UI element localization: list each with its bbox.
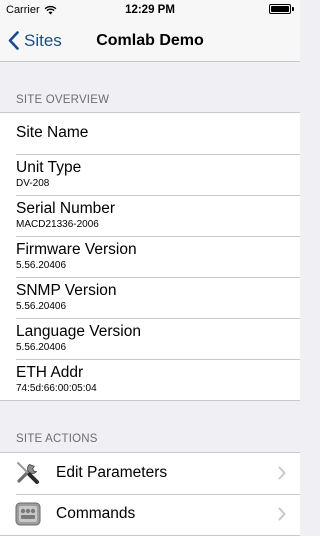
status-bar: Carrier 12:29 PM: [0, 0, 300, 20]
commands-icon: [15, 502, 41, 526]
eth-addr-row: ETH Addr 74:5d:66:00:05:04: [0, 359, 300, 400]
back-button[interactable]: Sites: [8, 20, 62, 61]
unit-type-value: DV-208: [16, 178, 50, 189]
language-version-row: Language Version 5.56.20406: [0, 318, 300, 359]
edit-parameters-row[interactable]: Edit Parameters: [0, 453, 300, 494]
site-overview-header: SITE OVERVIEW: [16, 94, 110, 106]
page-title: Comlab Demo: [96, 31, 204, 49]
chevron-right-icon: [278, 466, 286, 480]
snmp-version-value: 5.56.20406: [16, 301, 67, 312]
navigation-bar: Sites Comlab Demo: [0, 20, 300, 62]
chevron-right-icon: [278, 507, 286, 521]
chevron-left-icon: [8, 31, 19, 50]
status-time: 12:29 PM: [125, 4, 175, 16]
snmp-version-row: SNMP Version 5.56.20406: [0, 277, 300, 318]
commands-row[interactable]: Commands: [0, 494, 300, 535]
language-version-value: 5.56.20406: [16, 342, 67, 353]
serial-number-value: MACD21336-2006: [16, 219, 99, 230]
eth-addr-value: 74:5d:66:00:05:04: [16, 383, 97, 394]
site-actions-list: Edit Parameters Commands: [0, 452, 300, 536]
language-version-label: Language Version: [16, 323, 141, 340]
back-button-label: Sites: [24, 30, 62, 50]
serial-number-label: Serial Number: [16, 200, 116, 217]
battery-icon: [269, 4, 291, 14]
firmware-version-row: Firmware Version 5.56.20406: [0, 236, 300, 277]
battery-tip: [292, 7, 294, 11]
site-actions-header: SITE ACTIONS: [16, 433, 98, 445]
site-overview-list: Site Name Unit Type DV-208 Serial Number…: [0, 112, 300, 401]
edit-parameters-label: Edit Parameters: [56, 464, 168, 481]
battery-indicator: [269, 4, 294, 14]
firmware-version-value: 5.56.20406: [16, 260, 67, 271]
eth-addr-label: ETH Addr: [16, 364, 84, 381]
battery-fill: [271, 6, 289, 12]
commands-label: Commands: [56, 505, 136, 522]
site-name-row[interactable]: Site Name: [0, 113, 300, 154]
site-name-label: Site Name: [16, 124, 89, 141]
firmware-version-label: Firmware Version: [16, 241, 137, 258]
unit-type-label: Unit Type: [16, 159, 82, 176]
wrench-screwdriver-icon: [17, 462, 39, 484]
snmp-version-label: SNMP Version: [16, 282, 117, 299]
unit-type-row: Unit Type DV-208: [0, 154, 300, 195]
serial-number-row: Serial Number MACD21336-2006: [0, 195, 300, 236]
